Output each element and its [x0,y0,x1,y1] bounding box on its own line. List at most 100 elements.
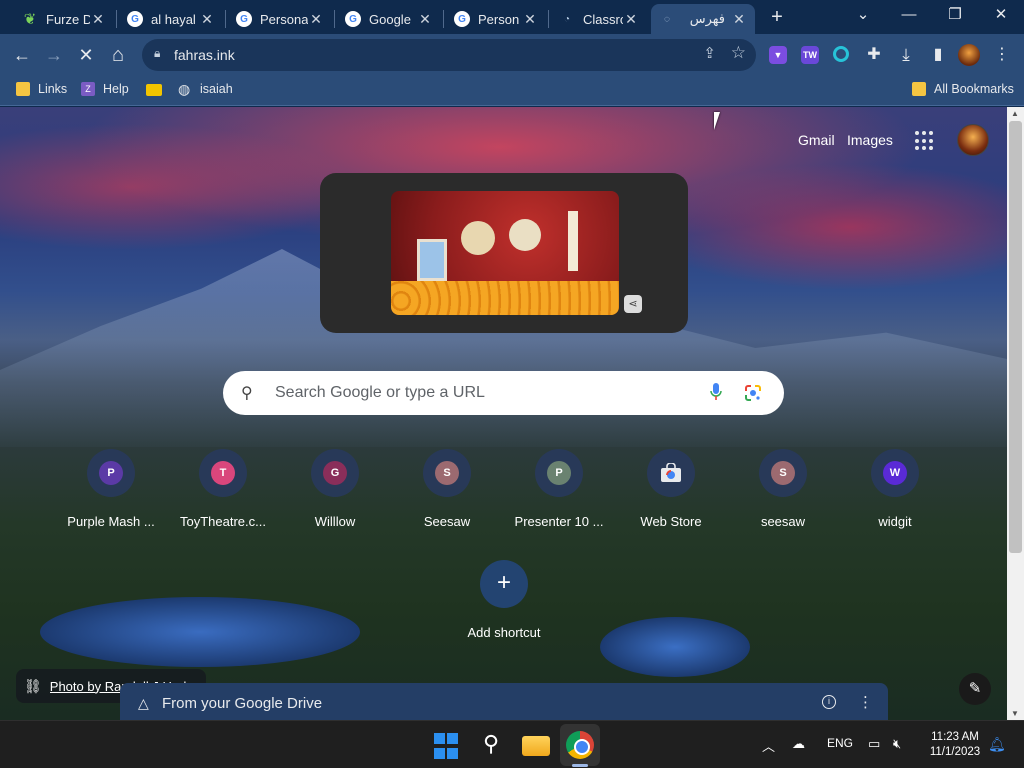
close-tab-icon[interactable]: ✕ [308,11,324,28]
extension-refresh-icon[interactable] [833,46,849,62]
google-icon: G [127,11,143,27]
all-bookmarks-button[interactable]: All Bookmarks [912,82,1014,96]
chrome-menu-icon[interactable]: ⋮ [990,43,1014,67]
shortcut-seesaw[interactable]: S Seesaw [391,449,503,539]
side-panel-icon[interactable]: ▮ [926,43,950,67]
customize-pencil-icon[interactable]: ✎ [959,673,991,705]
background-lake [600,617,750,677]
close-window-button[interactable]: ✕ [978,4,1024,30]
loading-icon: ◌ [664,13,670,25]
chrome-taskbar-icon[interactable] [566,731,594,759]
plus-icon: + [480,560,528,608]
account-avatar[interactable] [957,124,989,156]
shortcut-widgit[interactable]: W widgit [839,449,951,539]
google-doodle[interactable] [391,191,619,315]
close-tab-icon[interactable]: ✕ [522,11,538,28]
windows-start-icon[interactable] [434,733,462,761]
extension-purple-icon[interactable]: ▼ [769,46,787,64]
bookmark-yellow[interactable] [146,84,170,96]
more-options-icon[interactable]: ⋮ [858,693,873,711]
tab-furze[interactable]: ❦ Furze D ✕ [14,4,114,34]
url-text[interactable]: fahras.ink [174,47,235,63]
add-shortcut-label: Add shortcut [467,625,541,640]
minimize-button[interactable]: — [886,4,932,30]
shortcut-label: Presenter 10 ... [514,514,604,529]
bookmark-links[interactable]: Links [16,82,67,96]
close-tab-icon[interactable]: ✕ [731,11,747,28]
tab-classroom[interactable]: ◔ Classro ✕ [551,4,647,34]
address-bar[interactable]: 🔒︎ fahras.ink ⇪ ☆ [142,39,756,71]
shortcut-tile: P [87,449,135,497]
close-tab-icon[interactable]: ✕ [90,11,106,28]
language-indicator[interactable]: ENG [827,736,853,750]
shortcut-willlow[interactable]: G Willlow [279,449,391,539]
scroll-down-arrow-icon[interactable]: ▼ [1011,709,1019,718]
shortcut-toytheatre[interactable]: T ToyTheatre.c... [167,449,279,539]
shortcut-tile: S [759,449,807,497]
voice-search-icon[interactable] [710,383,722,401]
restore-button[interactable]: ❐ [932,4,978,30]
cloud-offline-icon[interactable]: ☁ [792,736,805,752]
search-box[interactable]: ⚲ Search Google or type a URL [223,371,784,415]
doodle-share-icon[interactable]: ⋖ [624,295,642,313]
google-apps-icon[interactable] [915,131,935,151]
gmail-link[interactable]: Gmail [798,132,835,148]
shortcut-seesaw-2[interactable]: S seesaw [727,449,839,539]
page-scrollbar[interactable]: ▲ ▼ [1007,107,1024,720]
back-button[interactable]: ← [10,43,34,67]
close-tab-icon[interactable]: ✕ [199,11,215,28]
network-icon[interactable]: ▭ [868,736,880,752]
google-drive-icon: △ [138,695,149,711]
mouse-cursor-icon [714,112,726,130]
show-hidden-icons-chevron-icon[interactable]: ︿ [762,736,775,755]
images-link[interactable]: Images [847,132,893,148]
extension-tw-icon[interactable]: TW [801,46,819,64]
taskbar-search-icon[interactable]: ⚲ [477,731,505,759]
close-tab-icon[interactable]: ✕ [623,11,639,28]
shortcut-presenter[interactable]: P Presenter 10 ... [503,449,615,539]
forward-button[interactable]: → [42,43,66,67]
info-icon[interactable]: i [822,695,836,709]
home-button[interactable]: ⌂ [106,43,130,67]
shortcut-purple-mash[interactable]: P Purple Mash ... [55,449,167,539]
google-lens-icon[interactable] [744,384,762,402]
doodle-candle [568,211,578,271]
shortcut-tile [647,449,695,497]
lock-icon[interactable]: 🔒︎ [154,46,160,61]
shortcut-tile: T [199,449,247,497]
tab-search-dropdown-icon[interactable]: ⌄ [840,4,886,30]
shortcut-web-store[interactable]: Web Store [615,449,727,539]
profile-avatar[interactable] [958,44,980,66]
tab-fahras-active[interactable]: ◌ فهرس ✕ [651,4,755,34]
tab-persona[interactable]: G Persona ✕ [228,4,332,34]
scroll-up-arrow-icon[interactable]: ▲ [1011,109,1019,118]
volume-muted-icon[interactable]: 🔇︎ [893,736,901,752]
shortcut-label: Web Store [640,514,702,529]
tab-al-hayal[interactable]: G al hayal ✕ [119,4,223,34]
tab-person[interactable]: G Person ✕ [446,4,546,34]
new-tab-button[interactable]: + [765,6,789,30]
bookmark-help[interactable]: Z Help [81,82,129,96]
doodle-frame [417,239,447,281]
extensions-puzzle-icon[interactable]: ✚ [862,43,886,67]
file-explorer-icon[interactable] [522,736,550,756]
add-shortcut-button[interactable]: + Add shortcut [448,560,560,640]
google-icon: G [236,11,252,27]
download-icon[interactable]: ⤓ [894,43,918,67]
search-placeholder[interactable]: Search Google or type a URL [275,384,485,402]
share-icon[interactable]: ⇪ [703,44,716,62]
tab-google[interactable]: G Google ✕ [337,4,441,34]
system-clock[interactable]: 11:23 AM 11/1/2023 [920,730,990,760]
bookmark-label: Help [103,82,129,96]
notification-bell-icon[interactable]: 🔔︎ [988,736,1006,753]
shortcut-label: Purple Mash ... [67,514,155,529]
bookmark-label: isaiah [200,82,233,96]
bookmark-star-icon[interactable]: ☆ [731,43,746,63]
shortcut-tile: S [423,449,471,497]
yellow-bookmark-icon [146,84,162,96]
bookmark-isaiah[interactable]: ◍ isaiah [178,82,233,96]
stop-loading-button[interactable]: ✕ [74,43,98,67]
shortcut-label: seesaw [760,514,806,529]
close-tab-icon[interactable]: ✕ [417,11,433,28]
scrollbar-thumb[interactable] [1009,121,1022,553]
